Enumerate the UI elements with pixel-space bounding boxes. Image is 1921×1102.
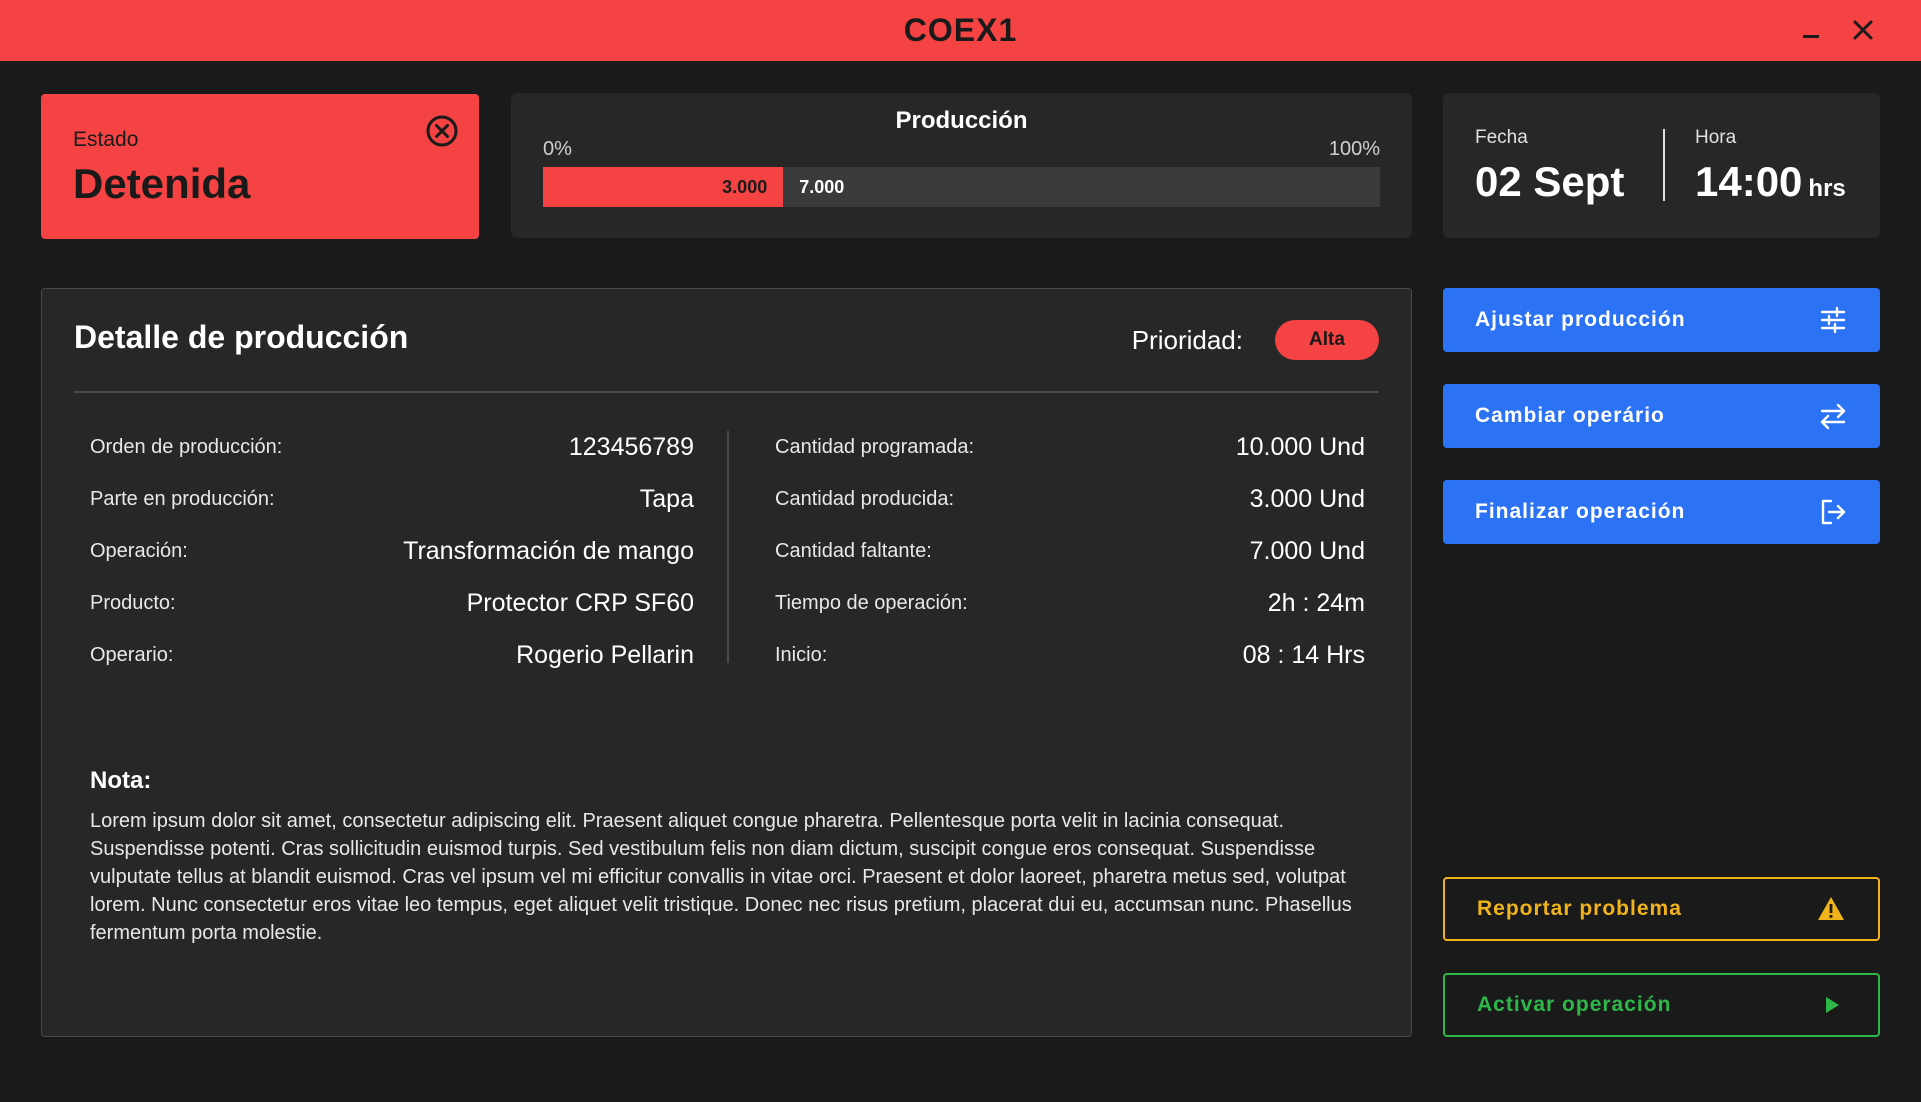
change-operator-button[interactable]: Cambiar operário xyxy=(1443,384,1880,448)
priority-label: Prioridad: xyxy=(1131,325,1243,355)
time-label: Hora xyxy=(1695,127,1737,148)
detail-value: Tapa xyxy=(639,484,694,513)
detail-row: Cantidad producida: 3.000 Und xyxy=(775,473,1365,525)
date-label: Fecha xyxy=(1475,127,1528,148)
detail-row: Parte en producción: Tapa xyxy=(90,473,694,525)
progress-max-label: 100% xyxy=(1328,138,1380,160)
close-icon xyxy=(1853,20,1873,40)
column-divider xyxy=(727,431,729,663)
detail-row: Operario: Rogerio Pellarin xyxy=(90,629,694,681)
swap-arrows-icon xyxy=(1820,403,1846,430)
detail-row: Cantidad faltante: 7.000 Und xyxy=(775,525,1365,577)
detail-value: Protector CRP SF60 xyxy=(466,588,694,617)
detail-row: Tiempo de operación: 2h : 24m xyxy=(775,577,1365,629)
adjust-production-button[interactable]: Ajustar producción xyxy=(1443,288,1880,352)
close-circle-icon xyxy=(426,115,458,147)
remaining-amount: 7.000 xyxy=(799,176,845,197)
detail-row: Producto: Protector CRP SF60 xyxy=(90,577,694,629)
detail-value: Rogerio Pellarin xyxy=(516,640,694,669)
detail-value: Transformación de mango xyxy=(403,536,694,565)
note-text: Lorem ipsum dolor sit amet, consectetur … xyxy=(90,810,1352,944)
detail-key: Tiempo de operación: xyxy=(775,591,968,614)
detail-key: Cantidad faltante: xyxy=(775,539,932,562)
title-bar: COEX1 xyxy=(0,0,1921,61)
divider xyxy=(1663,129,1665,201)
detail-right-column: Cantidad programada: 10.000 Und Cantidad … xyxy=(775,421,1365,681)
detail-row: Cantidad programada: 10.000 Und xyxy=(775,421,1365,473)
detail-value: 123456789 xyxy=(568,432,694,461)
minimize-button[interactable] xyxy=(1791,10,1831,50)
progress-fill: 3.000 xyxy=(543,167,784,207)
production-card: Producción 0% 100% 3.000 7.000 xyxy=(511,93,1412,238)
progress-remaining: 7.000 xyxy=(799,167,844,207)
detail-value: 08 : 14 Hrs xyxy=(1242,640,1365,669)
time-unit: hrs xyxy=(1808,175,1846,202)
detail-key: Orden de producción: xyxy=(90,435,283,458)
sliders-icon xyxy=(1820,306,1846,334)
priority-badge: Alta xyxy=(1275,320,1379,360)
production-progress-bar: 3.000 7.000 xyxy=(543,167,1380,207)
progress-min-label: 0% xyxy=(543,138,572,160)
time-value: 14:00 xyxy=(1695,158,1803,205)
detail-title: Detalle de producción xyxy=(74,319,409,355)
detail-value: 7.000 Und xyxy=(1249,536,1365,565)
button-label: Cambiar operário xyxy=(1475,404,1665,427)
detail-row: Inicio: 08 : 14 Hrs xyxy=(775,629,1365,681)
button-label: Finalizar operación xyxy=(1475,500,1686,523)
date-time-card: Fecha 02 Sept Hora 14:00 hrs xyxy=(1443,93,1880,238)
divider xyxy=(74,391,1379,393)
detail-left-column: Orden de producción: 123456789 Parte en p… xyxy=(90,421,694,681)
button-label: Reportar problema xyxy=(1477,897,1682,920)
production-detail-panel: Detalle de producción Prioridad: Alta Or… xyxy=(41,288,1412,1037)
note-label: Nota: xyxy=(90,767,152,794)
button-label: Ajustar producción xyxy=(1475,308,1686,331)
detail-value: 3.000 Und xyxy=(1249,484,1365,513)
status-label: Estado xyxy=(73,128,139,151)
report-problem-button[interactable]: Reportar problema xyxy=(1443,877,1880,941)
exit-icon xyxy=(1821,499,1846,525)
time-value-group: 14:00 hrs xyxy=(1695,158,1846,206)
window-title: COEX1 xyxy=(903,12,1018,48)
detail-key: Inicio: xyxy=(775,643,828,666)
button-label: Activar operación xyxy=(1477,993,1672,1016)
detail-key: Operación: xyxy=(90,539,188,562)
detail-key: Cantidad producida: xyxy=(775,487,955,510)
production-title: Producción xyxy=(895,107,1028,134)
minimize-icon xyxy=(1803,35,1819,38)
detail-key: Cantidad programada: xyxy=(775,435,975,458)
status-value: Detenida xyxy=(73,160,251,207)
produced-amount: 3.000 xyxy=(722,176,768,197)
close-window-button[interactable] xyxy=(1843,10,1883,50)
detail-row: Operación: Transformación de mango xyxy=(90,525,694,577)
play-icon xyxy=(1826,997,1839,1013)
detail-key: Producto: xyxy=(90,591,176,614)
detail-value: 10.000 Und xyxy=(1235,432,1365,461)
detail-key: Parte en producción: xyxy=(90,487,275,510)
finish-operation-button[interactable]: Finalizar operación xyxy=(1443,480,1880,544)
status-card: Estado Detenida xyxy=(41,94,479,239)
detail-row: Orden de producción: 123456789 xyxy=(90,421,694,473)
detail-key: Operario: xyxy=(90,643,174,666)
detail-value: 2h : 24m xyxy=(1267,588,1365,617)
date-value: 02 Sept xyxy=(1475,158,1625,205)
activate-operation-button[interactable]: Activar operación xyxy=(1443,973,1880,1037)
warning-triangle-icon xyxy=(1818,897,1844,920)
